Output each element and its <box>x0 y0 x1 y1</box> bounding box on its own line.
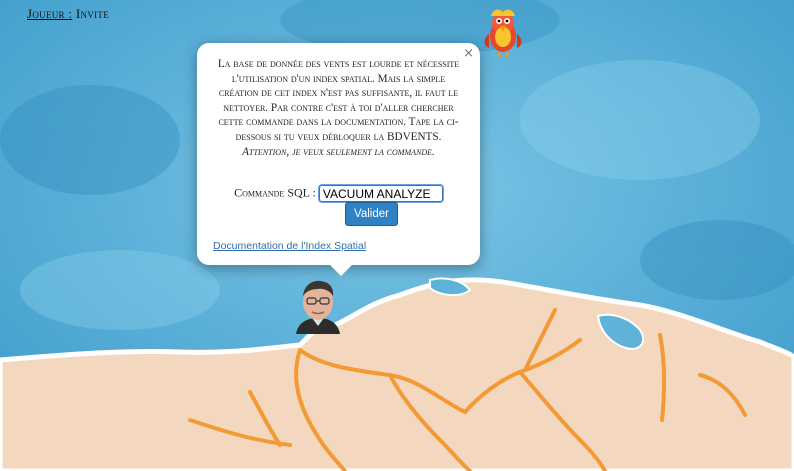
command-input[interactable] <box>317 184 444 203</box>
player-avatar[interactable] <box>292 278 344 334</box>
documentation-link[interactable]: Documentation de l'Index Spatial <box>213 240 366 252</box>
command-row: Commande SQL : <box>197 184 480 203</box>
parrot-icon[interactable] <box>481 6 525 58</box>
command-popup: × La base de donnée des vents est lourde… <box>197 43 480 276</box>
submit-button[interactable]: Valider <box>345 202 398 226</box>
player-name: Invite <box>75 6 110 21</box>
command-label: Commande SQL : <box>234 185 316 200</box>
popup-message: La base de donnée des vents est lourde e… <box>211 57 466 159</box>
popup-warning: Attention, je veux seulement la commande… <box>242 145 435 158</box>
popup-message-text: La base de donnée des vents est lourde e… <box>217 58 460 143</box>
player-indicator: Joueur : Invite <box>27 6 109 22</box>
player-label: Joueur : <box>27 6 73 21</box>
